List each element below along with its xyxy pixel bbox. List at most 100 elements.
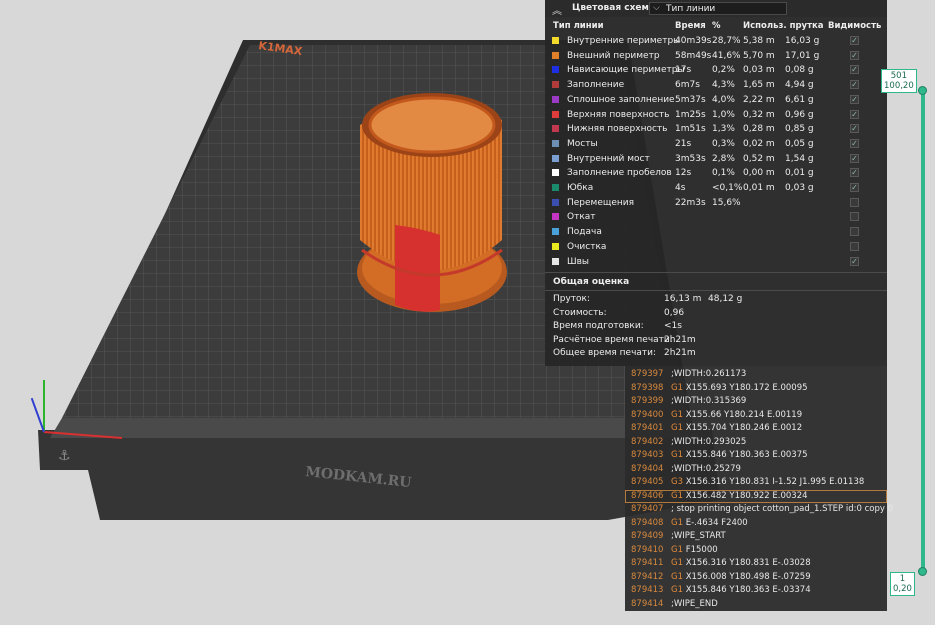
gcode-line[interactable]: 879413 G1 X155.846 Y180.363 E-.03374 bbox=[625, 584, 887, 598]
gcode-line[interactable]: 879403 G1 X155.846 Y180.363 E.00375 bbox=[625, 449, 887, 463]
time-value: 6m7s bbox=[675, 80, 700, 91]
gcode-line-current[interactable]: 879406 G1 X156.482 Y180.922 E.00324 bbox=[625, 489, 887, 503]
gcode-line-number: 879407 bbox=[631, 504, 664, 514]
gcode-viewer[interactable]: 879397 ;WIDTH:0.261173 879398 G1 X155.693 Y… bbox=[625, 366, 893, 612]
gcode-line[interactable]: 879398 G1 X155.693 Y180.172 E.00095 bbox=[625, 382, 887, 396]
visibility-checkbox[interactable]: ✓ bbox=[850, 241, 859, 251]
visibility-checkbox[interactable]: ✓ bbox=[850, 183, 859, 192]
gcode-args: F15000 bbox=[685, 544, 718, 555]
summary-label: Общее время печати: bbox=[553, 348, 657, 358]
color-scheme-select[interactable]: ⌵ Тип линии bbox=[649, 2, 787, 15]
length-value: 5,70 m bbox=[743, 50, 775, 61]
legend-row[interactable]: Нависающие периметры 17s 0,2% 0,03 m 0,08 g ✓ bbox=[545, 63, 887, 78]
legend-row[interactable]: Заполнение 6m7s 4,3% 1,65 m 4,94 g ✓ bbox=[545, 78, 887, 93]
legend-row[interactable]: Подача ✓ bbox=[545, 225, 887, 240]
gcode-comment: ; stop printing object cotton_pad_1.STEP… bbox=[671, 504, 894, 514]
percent-value: 15,6% bbox=[712, 197, 741, 208]
summary-title: Общая оценка bbox=[553, 277, 630, 287]
visibility-checkbox[interactable]: ✓ bbox=[850, 124, 859, 134]
line-type-label: Заполнение bbox=[567, 80, 625, 91]
legend-row[interactable]: Внутренний мост 3m53s 2,8% 0,52 m 1,54 g ✓ bbox=[545, 152, 887, 167]
visibility-checkbox[interactable]: ✓ bbox=[850, 212, 859, 222]
layer-slider-track[interactable] bbox=[921, 90, 925, 572]
visibility-checkbox[interactable]: ✓ bbox=[850, 94, 859, 104]
color-swatch bbox=[552, 154, 559, 162]
legend-row[interactable]: Мосты 21s 0,3% 0,02 m 0,05 g ✓ bbox=[545, 137, 887, 152]
layer-slider-bottom-thumb[interactable] bbox=[918, 567, 927, 576]
gcode-args: X155.846 Y180.363 E.00375 bbox=[685, 450, 808, 460]
percent-value: 4,0% bbox=[712, 94, 735, 105]
legend-row[interactable]: Внутренние периметры 40m39s 28,7% 5,38 m 16,… bbox=[545, 34, 887, 49]
gcode-line-number: 879409 bbox=[631, 531, 664, 541]
gcode-line-number: 879397 bbox=[631, 369, 664, 379]
gcode-command: G1 bbox=[671, 585, 683, 595]
time-value: 12s bbox=[675, 168, 692, 179]
gcode-line[interactable]: 879400 G1 X155.66 Y180.214 E.00119 bbox=[625, 409, 887, 423]
gcode-instruction: G1 X155.846 Y180.363 E-.03374 bbox=[671, 585, 811, 595]
chevron-down-icon: ⌵ bbox=[653, 3, 660, 13]
gcode-line-number: 879405 bbox=[631, 477, 664, 487]
visibility-checkbox[interactable]: ✓ bbox=[850, 36, 859, 45]
gcode-line[interactable]: 879408 G1 E-.4634 F2400 bbox=[625, 517, 887, 531]
visibility-checkbox[interactable]: ✓ bbox=[850, 80, 859, 90]
legend-row[interactable]: Заполнение пробелов 12s 0,1% 0,00 m 0,01 g ✓ bbox=[545, 166, 887, 181]
visibility-checkbox[interactable]: ✓ bbox=[850, 138, 859, 148]
legend-row[interactable]: Юбка 4s <0,1% 0,01 m 0,03 g ✓ bbox=[545, 181, 887, 196]
gcode-line[interactable]: 879397 ;WIDTH:0.261173 bbox=[625, 368, 887, 382]
legend-row[interactable]: Очистка ✓ bbox=[545, 240, 887, 255]
length-value: 0,00 m bbox=[743, 168, 775, 179]
weight-value: 0,05 g bbox=[785, 138, 814, 149]
col-header-visibility: Видимость bbox=[828, 21, 882, 31]
gcode-instruction: G1 E-.4634 F2400 bbox=[671, 518, 748, 528]
legend-row[interactable]: Нижняя поверхность 1m51s 1,3% 0,28 m 0,85 g ✓ bbox=[545, 122, 887, 137]
visibility-checkbox[interactable]: ✓ bbox=[850, 109, 859, 119]
gcode-line[interactable]: 879407 ; stop printing object cotton_pad_… bbox=[625, 503, 893, 517]
gcode-line[interactable]: 879405 G3 X156.316 Y180.831 I-1.52 J1.995… bbox=[625, 476, 887, 490]
legend-row[interactable]: Швы ✓ bbox=[545, 255, 887, 270]
gcode-line[interactable]: 879410 G1 F15000 bbox=[625, 544, 887, 558]
model-cotton-pad[interactable] bbox=[357, 93, 507, 312]
gcode-command: G1 bbox=[671, 490, 683, 501]
visibility-checkbox[interactable]: ✓ bbox=[850, 256, 859, 266]
line-type-label: Нижняя поверхность bbox=[567, 124, 668, 135]
gcode-line[interactable]: 879401 G1 X155.704 Y180.246 E.0012 bbox=[625, 422, 887, 436]
gcode-line-number: 879414 bbox=[631, 598, 664, 609]
gcode-line[interactable]: 879412 G1 X156.008 Y180.498 E-.07259 bbox=[625, 571, 887, 585]
gcode-line-number: 879402 bbox=[631, 436, 664, 447]
summary-label: Расчётное время печати: bbox=[553, 334, 673, 345]
top-layer-number: 501 bbox=[890, 71, 907, 81]
legend-row[interactable]: Верхняя поверхность 1m25s 1,0% 0,32 m 0,96 g… bbox=[545, 108, 887, 123]
gcode-line[interactable]: 879411 G1 X156.316 Y180.831 E-.03028 bbox=[625, 557, 887, 571]
layer-slider-top-thumb[interactable] bbox=[918, 86, 927, 95]
gcode-line-number: 879406 bbox=[631, 490, 664, 501]
visibility-checkbox[interactable]: ✓ bbox=[850, 168, 859, 178]
gcode-command: G1 bbox=[671, 450, 683, 460]
gcode-args: X156.316 Y180.831 E-.03028 bbox=[685, 558, 811, 568]
legend-row[interactable]: Откат ✓ bbox=[545, 210, 887, 225]
summary-row: Расчётное время печати: 2h21m bbox=[545, 333, 887, 348]
gcode-line[interactable]: 879414 ;WIPE_END bbox=[625, 598, 887, 612]
gcode-line-number: 879413 bbox=[631, 585, 664, 595]
legend-row[interactable]: Внешний периметр 58m49s 41,6% 5,70 m 17,01 g… bbox=[545, 49, 887, 64]
line-type-label: Подача bbox=[567, 227, 602, 238]
line-type-label: Мосты bbox=[567, 138, 598, 149]
gcode-line[interactable]: 879409 ;WIPE_START bbox=[625, 530, 887, 544]
color-scheme-value: Тип линии bbox=[666, 4, 716, 14]
legend-row[interactable]: Сплошное заполнение 5m37s 4,0% 2,22 m 6,61 g… bbox=[545, 93, 887, 108]
legend-row[interactable]: Перемещения 22m3s 15,6% ✓ bbox=[545, 196, 887, 211]
length-value: 0,02 m bbox=[743, 138, 775, 149]
percent-value: 0,2% bbox=[712, 65, 735, 76]
gcode-line[interactable]: 879399 ;WIDTH:0.315369 bbox=[625, 395, 887, 409]
visibility-checkbox[interactable]: ✓ bbox=[850, 65, 859, 75]
gcode-line[interactable]: 879404 ;WIDTH:0.25279 bbox=[625, 463, 887, 477]
collapse-chevron-icon[interactable]: ︽ bbox=[552, 2, 562, 17]
gcode-instruction: G1 X155.66 Y180.214 E.00119 bbox=[671, 410, 802, 420]
visibility-checkbox[interactable]: ✓ bbox=[850, 50, 859, 60]
gcode-line[interactable]: 879402 ;WIDTH:0.293025 bbox=[625, 436, 887, 450]
visibility-checkbox[interactable]: ✓ bbox=[850, 153, 859, 163]
visibility-checkbox[interactable]: ✓ bbox=[850, 227, 859, 237]
visibility-checkbox[interactable]: ✓ bbox=[850, 197, 859, 207]
gcode-args: X156.482 Y180.922 E.00324 bbox=[685, 490, 808, 501]
summary-value: 16,13 m bbox=[664, 294, 702, 304]
color-swatch bbox=[552, 198, 559, 206]
